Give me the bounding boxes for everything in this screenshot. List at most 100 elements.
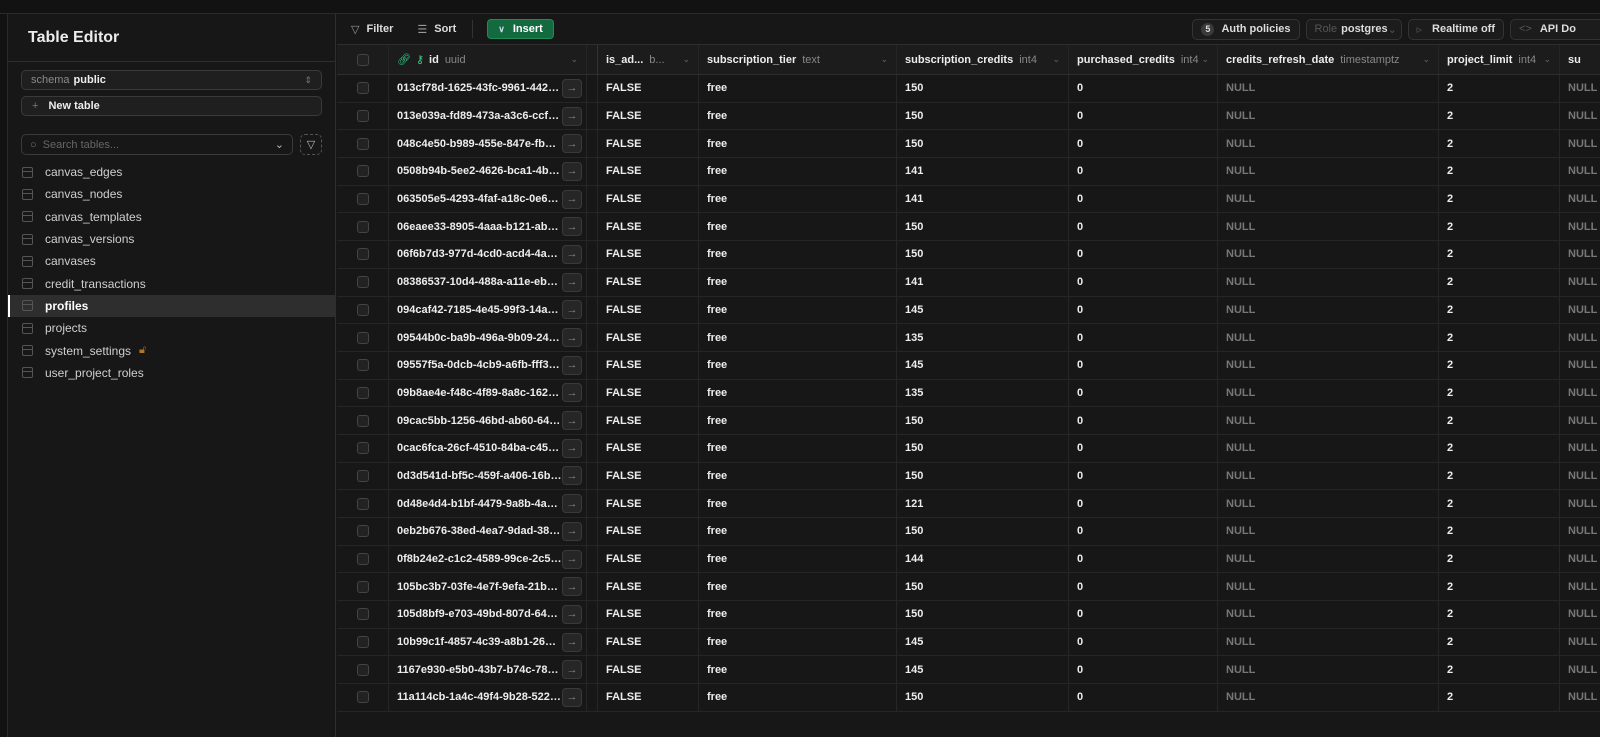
cell-id[interactable]: 013e039a-fd89-473a-a3c6-ccfa9... → bbox=[389, 102, 587, 130]
row-checkbox[interactable] bbox=[356, 137, 369, 150]
cell-is_ad...[interactable]: FALSE bbox=[597, 462, 699, 490]
cell-project_limit[interactable]: 2 bbox=[1439, 268, 1560, 296]
cell-id[interactable]: 105bc3b7-03fe-4e7f-9efa-21bb40... → bbox=[389, 573, 587, 601]
cell-subscription_credits[interactable]: 150 bbox=[897, 102, 1069, 130]
cell-is_ad...[interactable]: FALSE bbox=[597, 351, 699, 379]
row-checkbox[interactable] bbox=[356, 331, 369, 344]
cell-su[interactable]: NULL bbox=[1560, 130, 1600, 157]
chevron-down-icon[interactable]: ⌄ bbox=[1052, 54, 1060, 65]
cell-su[interactable]: NULL bbox=[1560, 297, 1600, 324]
table-row[interactable]: 063505e5-4293-4faf-a18c-0e65b... → FALSE fr… bbox=[337, 185, 1600, 214]
cell-subscription_tier[interactable]: free bbox=[699, 102, 897, 130]
arrow-right-icon[interactable]: → bbox=[562, 632, 582, 652]
cell-subscription_tier[interactable]: free bbox=[699, 601, 897, 628]
cell-is_ad...[interactable]: FALSE bbox=[597, 545, 699, 573]
new-table-button[interactable]: + New table bbox=[21, 96, 322, 116]
row-checkbox[interactable] bbox=[356, 386, 369, 399]
cell-purchased_credits[interactable]: 0 bbox=[1069, 213, 1218, 241]
row-checkbox-cell[interactable] bbox=[337, 407, 389, 434]
table-row[interactable]: 0d3d541d-bf5c-459f-a406-16b93... → FALSE fr… bbox=[337, 462, 1600, 491]
table-row[interactable]: 08386537-10d4-488a-a11e-eb5a6... → FALSE fr… bbox=[337, 268, 1600, 297]
row-checkbox[interactable] bbox=[356, 165, 369, 178]
table-row[interactable]: 09544b0c-ba9b-496a-9b09-244... → FALSE free… bbox=[337, 324, 1600, 352]
table-row[interactable]: 10b99c1f-4857-4c39-a8b1-263b8... → FALSE fr… bbox=[337, 628, 1600, 657]
cell-purchased_credits[interactable]: 0 bbox=[1069, 407, 1218, 434]
cell-subscription_credits[interactable]: 150 bbox=[897, 684, 1069, 711]
cell-credits_refresh_date[interactable]: NULL bbox=[1218, 684, 1439, 711]
cell-credits_refresh_date[interactable]: NULL bbox=[1218, 130, 1439, 158]
cell-su[interactable]: NULL bbox=[1560, 601, 1600, 628]
table-row[interactable]: 09b8ae4e-f48c-4f89-8a8c-1629b... → FALSE fr… bbox=[337, 379, 1600, 408]
cell-id[interactable]: 0d48e4d4-b1bf-4479-9a8b-4a4b... → bbox=[389, 490, 587, 517]
row-checkbox[interactable] bbox=[356, 414, 369, 427]
row-checkbox[interactable] bbox=[356, 248, 369, 261]
cell-subscription_credits[interactable]: 135 bbox=[897, 379, 1069, 407]
cell-credits_refresh_date[interactable]: NULL bbox=[1218, 434, 1439, 462]
cell-id[interactable]: 105d8bf9-e703-49bd-807d-645e... → bbox=[389, 601, 587, 628]
cell-project_limit[interactable]: 2 bbox=[1439, 213, 1560, 241]
cell-credits_refresh_date[interactable]: NULL bbox=[1218, 102, 1439, 130]
arrow-right-icon[interactable]: → bbox=[562, 549, 582, 569]
column-header-purchased_credits[interactable]: purchased_credits int4 ⌄ bbox=[1069, 45, 1218, 74]
cell-is_ad...[interactable]: FALSE bbox=[597, 241, 699, 268]
cell-subscription_tier[interactable]: free bbox=[699, 185, 897, 213]
cell-subscription_tier[interactable]: free bbox=[699, 75, 897, 102]
cell-is_ad...[interactable]: FALSE bbox=[597, 684, 699, 711]
table-row[interactable]: 1167e930-e5b0-43b7-b74c-788c9... → FALSE fr… bbox=[337, 656, 1600, 685]
table-row[interactable]: 0508b94b-5ee2-4626-bca1-4bca... → FALSE fre… bbox=[337, 158, 1600, 186]
cell-subscription_credits[interactable]: 150 bbox=[897, 462, 1069, 490]
row-checkbox-cell[interactable] bbox=[337, 684, 389, 711]
cell-subscription_credits[interactable]: 145 bbox=[897, 628, 1069, 656]
cell-subscription_credits[interactable]: 145 bbox=[897, 351, 1069, 379]
row-checkbox[interactable] bbox=[356, 110, 369, 123]
row-checkbox-cell[interactable] bbox=[337, 628, 389, 656]
cell-project_limit[interactable]: 2 bbox=[1439, 185, 1560, 213]
role-selector[interactable]: Role postgres ⌄ bbox=[1305, 18, 1402, 40]
realtime-button[interactable]: ▹ Realtime off bbox=[1407, 18, 1504, 40]
cell-is_ad...[interactable]: FALSE bbox=[597, 656, 699, 684]
row-checkbox-cell[interactable] bbox=[337, 158, 389, 185]
cell-is_ad...[interactable]: FALSE bbox=[597, 296, 699, 324]
cell-id[interactable]: 08386537-10d4-488a-a11e-eb5a6... → bbox=[389, 268, 587, 296]
sidebar-table-profiles[interactable]: profiles bbox=[8, 294, 336, 318]
chevron-down-icon[interactable]: ⌄ bbox=[570, 54, 578, 65]
insert-button[interactable]: ∨ Insert bbox=[487, 19, 554, 39]
cell-credits_refresh_date[interactable]: NULL bbox=[1218, 628, 1439, 656]
row-checkbox-cell[interactable] bbox=[337, 601, 389, 628]
row-checkbox-cell[interactable] bbox=[337, 268, 389, 296]
column-header-project_limit[interactable]: project_limit int4 ⌄ bbox=[1439, 45, 1560, 74]
checkbox[interactable] bbox=[356, 53, 369, 66]
arrow-right-icon[interactable]: → bbox=[562, 577, 582, 597]
cell-subscription_tier[interactable]: free bbox=[699, 379, 897, 407]
cell-id[interactable]: 0508b94b-5ee2-4626-bca1-4bca... → bbox=[389, 158, 587, 185]
table-row[interactable]: 06eaee33-8905-4aaa-b121-ab552... → FALSE fr… bbox=[337, 213, 1600, 242]
cell-is_ad...[interactable]: FALSE bbox=[597, 213, 699, 241]
arrow-right-icon[interactable]: → bbox=[562, 328, 582, 348]
cell-credits_refresh_date[interactable]: NULL bbox=[1218, 518, 1439, 545]
cell-su[interactable]: NULL bbox=[1560, 75, 1600, 102]
cell-id[interactable]: 013cf78d-1625-43fc-9961-442189... → bbox=[389, 75, 587, 102]
cell-su[interactable]: NULL bbox=[1560, 684, 1600, 711]
row-checkbox-cell[interactable] bbox=[337, 490, 389, 517]
cell-subscription_credits[interactable]: 141 bbox=[897, 268, 1069, 296]
cell-purchased_credits[interactable]: 0 bbox=[1069, 158, 1218, 185]
cell-subscription_credits[interactable]: 150 bbox=[897, 518, 1069, 545]
arrow-right-icon[interactable]: → bbox=[562, 466, 582, 486]
row-checkbox-cell[interactable] bbox=[337, 213, 389, 241]
cell-purchased_credits[interactable]: 0 bbox=[1069, 241, 1218, 268]
table-row[interactable]: 048c4e50-b989-455e-847e-fb2f... → FALSE fre… bbox=[337, 130, 1600, 159]
cell-credits_refresh_date[interactable]: NULL bbox=[1218, 545, 1439, 573]
cell-subscription_tier[interactable]: free bbox=[699, 545, 897, 573]
cell-purchased_credits[interactable]: 0 bbox=[1069, 490, 1218, 517]
cell-purchased_credits[interactable]: 0 bbox=[1069, 351, 1218, 379]
cell-subscription_credits[interactable]: 150 bbox=[897, 407, 1069, 434]
cell-id[interactable]: 1167e930-e5b0-43b7-b74c-788c9... → bbox=[389, 656, 587, 684]
cell-project_limit[interactable]: 2 bbox=[1439, 241, 1560, 268]
cell-credits_refresh_date[interactable]: NULL bbox=[1218, 351, 1439, 379]
cell-id[interactable]: 094caf42-7185-4e45-99f3-14abee... → bbox=[389, 296, 587, 324]
cell-credits_refresh_date[interactable]: NULL bbox=[1218, 379, 1439, 407]
cell-subscription_tier[interactable]: free bbox=[699, 656, 897, 684]
cell-su[interactable]: NULL bbox=[1560, 656, 1600, 683]
cell-subscription_credits[interactable]: 150 bbox=[897, 241, 1069, 268]
cell-subscription_tier[interactable]: free bbox=[699, 518, 897, 545]
